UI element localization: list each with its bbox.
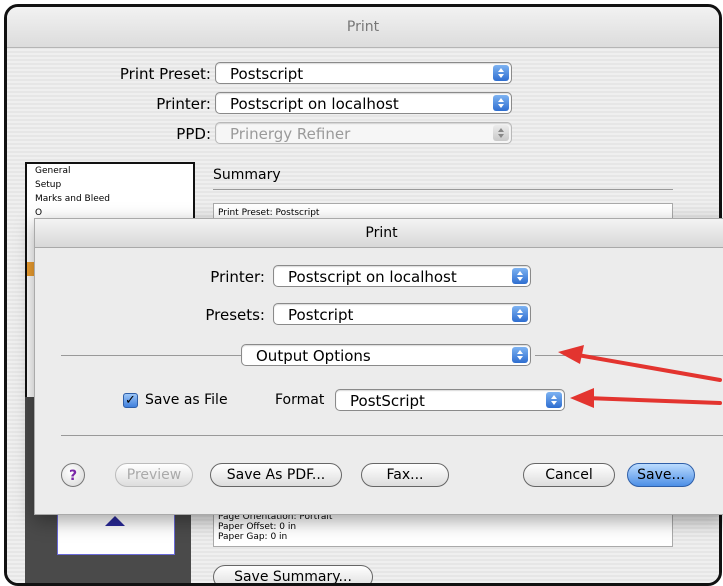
arrow-to-output-options (558, 345, 722, 382)
annotation-arrows (558, 345, 722, 408)
arrow-to-format (570, 388, 722, 408)
